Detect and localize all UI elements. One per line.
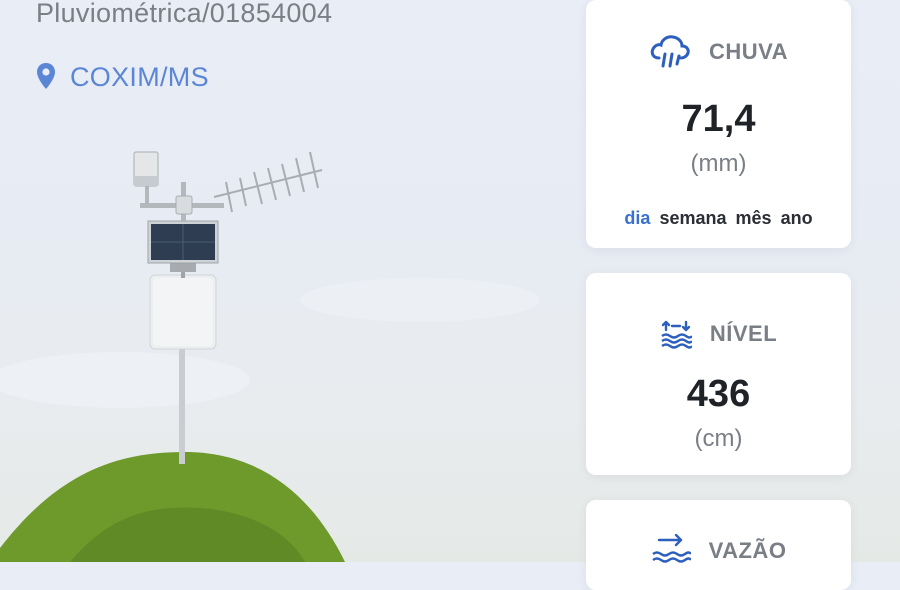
flow-card-header: VAZÃO <box>586 534 851 568</box>
antenna <box>213 151 323 213</box>
location-label: COXIM/MS <box>70 62 209 92</box>
location: COXIM/MS <box>36 62 209 93</box>
station-code: Pluviométrica/01854004 <box>36 0 333 28</box>
rain-value: 71,4 <box>681 98 756 140</box>
solar-panel <box>147 220 219 278</box>
rain-card[interactable]: CHUVA 71,4 (mm) dia semana mês ano <box>586 0 851 248</box>
equipment-box <box>149 274 217 350</box>
level-unit: (cm) <box>694 425 743 452</box>
rain-cloud-icon <box>649 34 691 70</box>
period-option-year[interactable]: ano <box>781 208 813 228</box>
rain-card-title: CHUVA <box>708 39 789 64</box>
level-card-title: NÍVEL <box>709 321 778 346</box>
level-value: 436 <box>686 373 751 415</box>
rain-card-header: CHUVA <box>586 34 851 70</box>
rain-period-selector: dia semana mês ano <box>586 208 851 229</box>
station-pole <box>179 340 185 464</box>
rain-unit: (mm) <box>690 150 747 177</box>
hill <box>0 452 345 562</box>
water-level-icon <box>660 319 692 349</box>
period-option-week[interactable]: semana <box>659 208 726 228</box>
flow-card[interactable]: VAZÃO <box>586 500 851 590</box>
location-pin-icon <box>36 62 56 90</box>
level-card-header: NÍVEL <box>586 319 851 349</box>
flow-card-title: VAZÃO <box>708 538 787 563</box>
period-option-day[interactable]: dia <box>624 208 650 228</box>
period-option-month[interactable]: mês <box>736 208 772 228</box>
water-flow-icon <box>651 534 691 568</box>
rain-gauge <box>133 151 159 206</box>
level-card[interactable]: NÍVEL 436 (cm) <box>586 273 851 475</box>
